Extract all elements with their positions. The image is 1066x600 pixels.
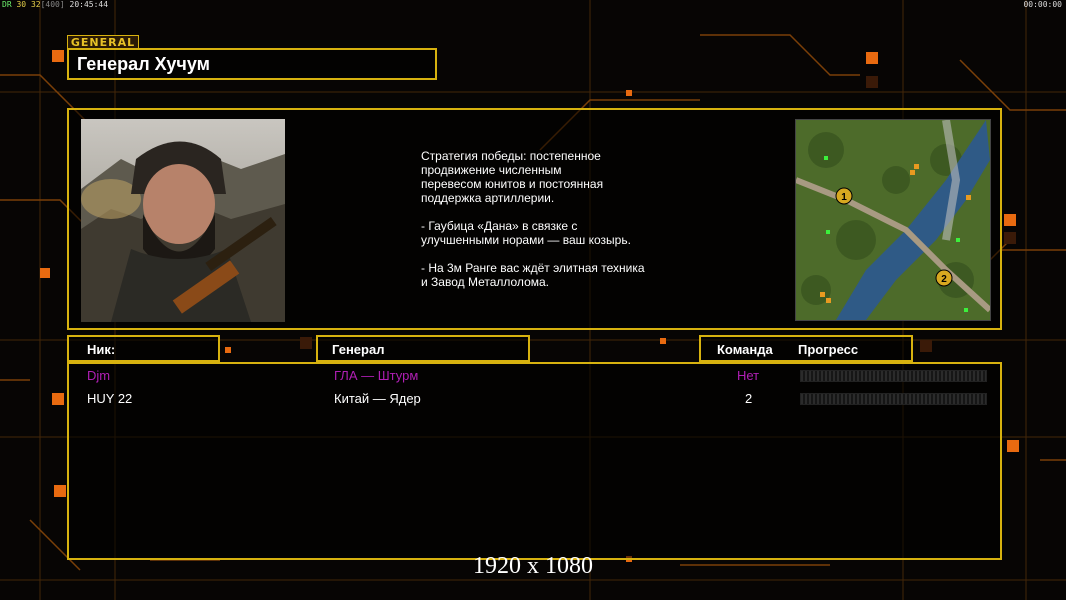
- player-progress-bar: [800, 370, 987, 382]
- general-info-panel: Стратегия победы: постепенное продвижени…: [67, 108, 1002, 330]
- player-nick: Djm: [87, 368, 111, 383]
- player-nick: HUY 22: [87, 391, 133, 406]
- stats-prefix: DR: [2, 0, 12, 9]
- header-team-label: Команда: [717, 342, 773, 357]
- start-label-2: 2: [941, 274, 947, 285]
- stats-cap: [400]: [40, 0, 65, 9]
- general-description: Стратегия победы: постепенное продвижени…: [421, 149, 645, 289]
- stats-frames: 32: [30, 0, 41, 9]
- stats-time: 20:45:44: [69, 0, 109, 9]
- player-team: 2: [745, 391, 753, 406]
- player-general: Китай — Ядер: [334, 391, 421, 406]
- start-position-1: 1: [835, 187, 853, 205]
- header-general-label: Генерал: [332, 342, 385, 357]
- player-progress-bar: [800, 393, 987, 405]
- game-clock: 00:00:00: [1023, 0, 1062, 9]
- player-list: Djm ГЛА — Штурм Нет HUY 22 Китай — Ядер …: [67, 362, 1002, 560]
- header-team-progress: Команда Прогресс: [699, 335, 913, 362]
- player-general: ГЛА — Штурм: [334, 368, 419, 383]
- general-name-box: Генерал Хучум: [67, 48, 437, 80]
- resolution-label: 1920 x 1080: [473, 553, 593, 579]
- header-nick-label: Ник:: [87, 342, 116, 357]
- perf-overlay: DR 30 32[400] 20:45:44: [2, 0, 108, 9]
- general-portrait-icon: [81, 119, 285, 322]
- start-label-1: 1: [841, 192, 847, 203]
- header-nick: Ник:: [67, 335, 220, 362]
- header-general: Генерал: [316, 335, 530, 362]
- player-row[interactable]: Djm ГЛА — Штурм Нет: [69, 366, 1000, 384]
- header-progress-label: Прогресс: [798, 342, 859, 357]
- player-team: Нет: [737, 368, 760, 383]
- stats-fps: 30: [16, 0, 27, 9]
- general-name: Генерал Хучум: [77, 54, 210, 74]
- player-row[interactable]: HUY 22 Китай — Ядер 2: [69, 389, 1000, 407]
- minimap-preview-icon: 1 2: [795, 119, 991, 321]
- start-position-2: 2: [935, 269, 953, 287]
